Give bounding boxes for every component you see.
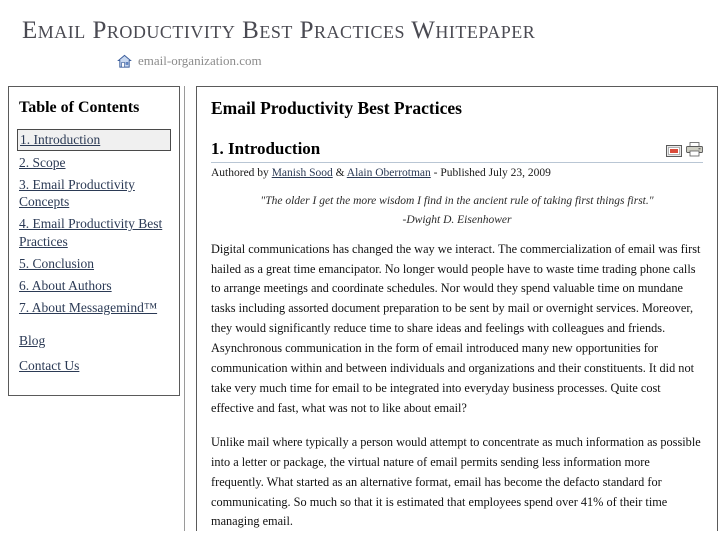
list-item: 1. Introduction xyxy=(17,129,171,151)
pull-quote-attribution: -Dwight D. Eisenhower xyxy=(402,213,512,226)
sidebar-item-email-productivity-concepts[interactable]: 3. Email Productivity Concepts xyxy=(17,175,171,213)
list-item: 5. Conclusion xyxy=(17,254,171,274)
heading-divider xyxy=(211,162,703,163)
page-layout: Table of Contents 1. Introduction 2. Sco… xyxy=(0,86,727,531)
page-title: Email Productivity Best Practices xyxy=(211,98,462,118)
list-item: 6. About Authors xyxy=(17,276,171,296)
page-action-icons xyxy=(666,142,703,157)
sidebar-item-introduction[interactable]: 1. Introduction xyxy=(17,129,171,151)
body-paragraph-1: Digital communications has changed the w… xyxy=(211,241,701,415)
author-link-2[interactable]: Alain Oberrotman xyxy=(347,167,431,179)
byline-published: - Published July 23, 2009 xyxy=(430,167,551,179)
sidebar-item-conclusion[interactable]: 5. Conclusion xyxy=(17,254,171,274)
body-paragraph-2: Unlike mail where typically a person wou… xyxy=(211,434,701,529)
print-icon[interactable] xyxy=(686,142,703,157)
byline-separator: & xyxy=(332,167,347,179)
toc-list: 1. Introduction 2. Scope 3. Email Produc… xyxy=(17,129,171,317)
email-icon[interactable] xyxy=(666,145,682,157)
byline-prefix: Authored by xyxy=(211,167,272,179)
pull-quote-text: "The older I get the more wisdom I find … xyxy=(260,195,654,207)
page-banner: Email Productivity Best Practices Whitep… xyxy=(0,0,727,69)
toc-heading: Table of Contents xyxy=(19,99,140,116)
sidebar-item-about-messagemind[interactable]: 7. About Messagemind™ xyxy=(17,298,171,318)
list-item: 3. Email Productivity Concepts xyxy=(17,175,171,213)
vertical-divider xyxy=(184,86,185,531)
section-heading-row: 1. Introduction xyxy=(211,139,703,159)
house-icon xyxy=(117,54,132,68)
main-content-panel: Email Productivity Best Practices 1. Int… xyxy=(196,86,718,531)
section-heading: 1. Introduction xyxy=(211,139,321,158)
site-url-row[interactable]: email-organization.com xyxy=(117,53,727,69)
sidebar-table-of-contents: Table of Contents 1. Introduction 2. Sco… xyxy=(8,86,180,396)
site-title: Email Productivity Best Practices Whitep… xyxy=(22,17,536,44)
author-link-1[interactable]: Manish Sood xyxy=(272,167,333,179)
sidebar-item-email-productivity-best-practices[interactable]: 4. Email Productivity Best Practices xyxy=(17,214,171,252)
site-url-text: email-organization.com xyxy=(138,53,262,68)
sidebar-item-contact-us[interactable]: Contact Us xyxy=(17,356,171,376)
sidebar-item-scope[interactable]: 2. Scope xyxy=(17,153,171,173)
sidebar-item-about-authors[interactable]: 6. About Authors xyxy=(17,276,171,296)
sidebar-extra-links: Blog Contact Us xyxy=(17,331,171,376)
byline: Authored by Manish Sood & Alain Oberrotm… xyxy=(211,167,703,179)
sidebar-item-blog[interactable]: Blog xyxy=(17,331,171,351)
list-item: 2. Scope xyxy=(17,153,171,173)
list-item: 4. Email Productivity Best Practices xyxy=(17,214,171,252)
list-item: 7. About Messagemind™ xyxy=(17,298,171,318)
